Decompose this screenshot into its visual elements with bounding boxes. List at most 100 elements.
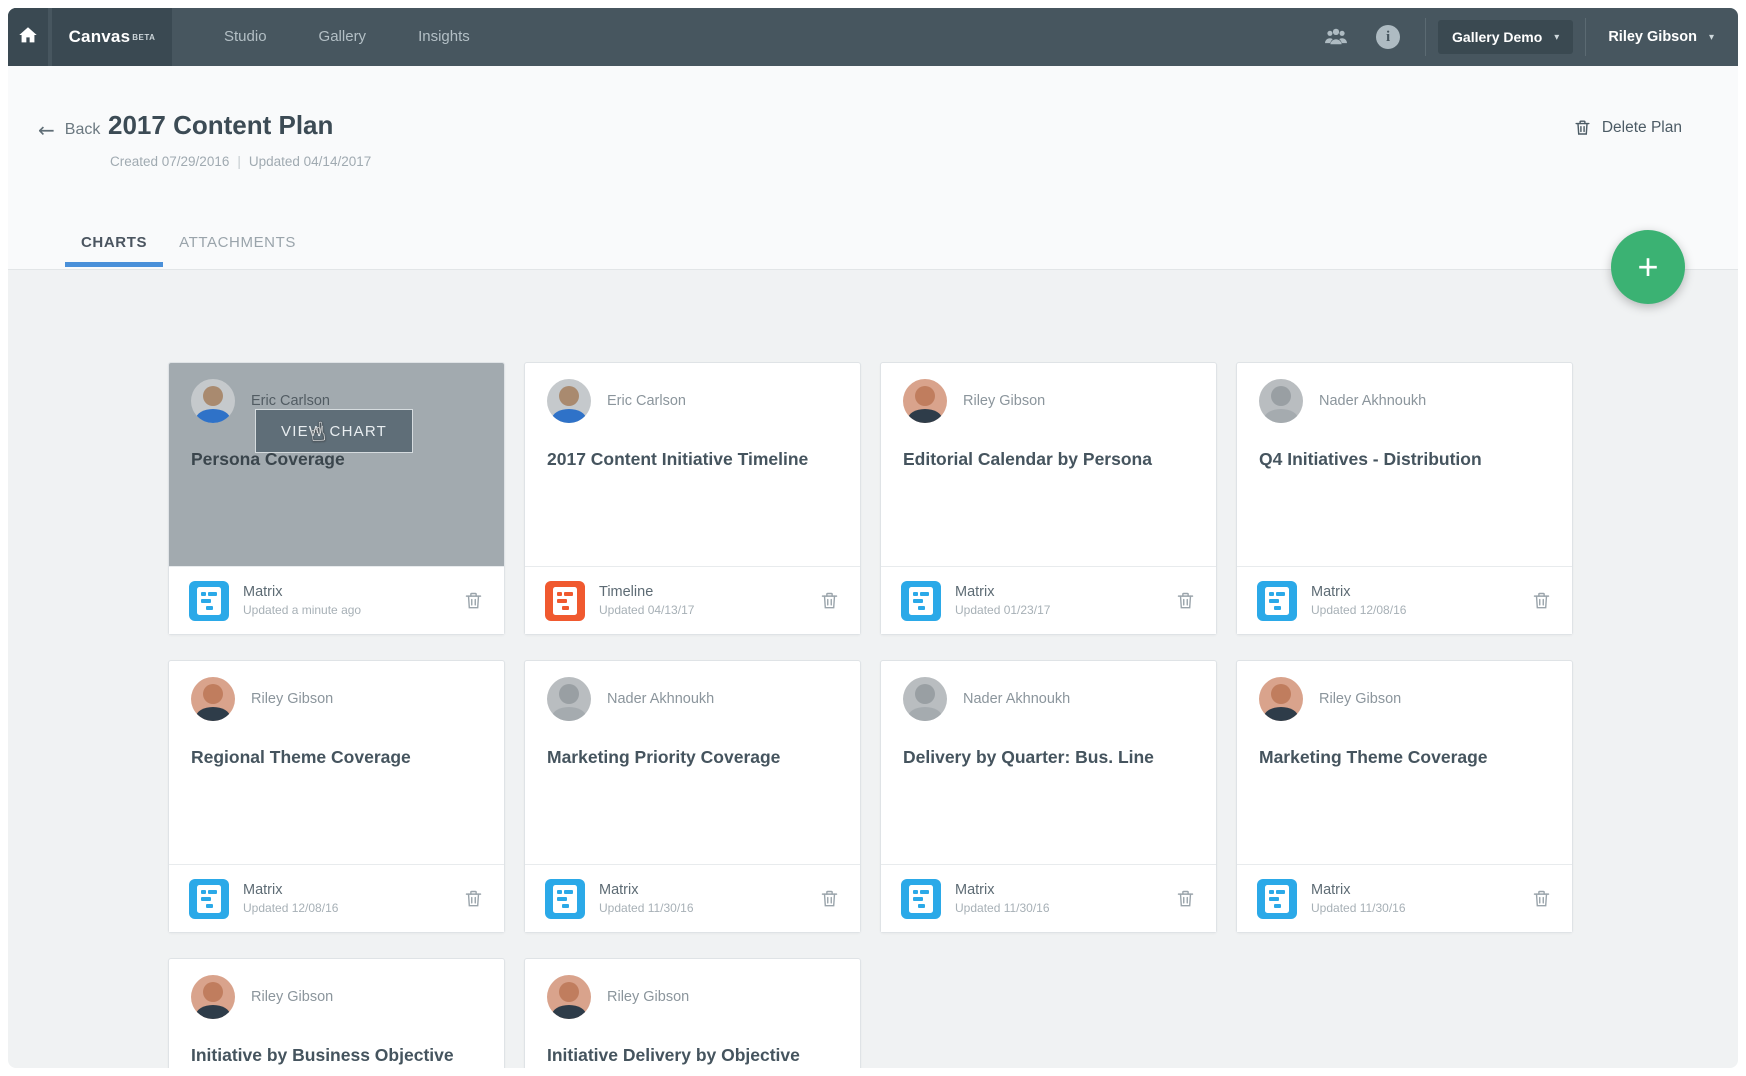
- chart-type-label: Matrix: [599, 882, 639, 899]
- chart-card[interactable]: Riley Gibson Editorial Calendar by Perso…: [880, 362, 1217, 635]
- top-navbar: Canvas BETA Studio Gallery Insights i Gal…: [8, 8, 1738, 66]
- chart-card[interactable]: Riley Gibson Initiative Delivery by Obje…: [524, 958, 861, 1068]
- chart-card-body: Nader Akhnoukh Marketing Priority Covera…: [525, 661, 860, 864]
- trash-icon: [1533, 890, 1550, 907]
- author-name: Riley Gibson: [963, 393, 1046, 409]
- card-author-row: Riley Gibson: [547, 975, 838, 1019]
- navbar-divider: [1585, 18, 1587, 56]
- meta-separator: |: [237, 154, 241, 169]
- charts-grid: Eric Carlson Persona Coverage VIEW CHART…: [168, 362, 1573, 1068]
- chart-title: Delivery by Quarter: Bus. Line: [903, 747, 1154, 767]
- app-window: Canvas BETA Studio Gallery Insights i Gal…: [8, 8, 1738, 1068]
- page-header: ← Back 2017 Content Plan Created 07/29/2…: [8, 66, 1738, 270]
- updated-date: Updated 04/14/2017: [248, 154, 372, 169]
- chart-type-icon: [1257, 878, 1297, 919]
- card-author-row: Riley Gibson: [1259, 677, 1550, 721]
- nav-item-studio[interactable]: Studio: [198, 8, 293, 66]
- chart-card-body: Riley Gibson Marketing Theme Coverage ☝: [1237, 661, 1572, 864]
- nav-item-gallery[interactable]: Gallery: [293, 8, 393, 66]
- delete-chart-button[interactable]: [819, 590, 840, 611]
- author-name: Riley Gibson: [1319, 691, 1402, 707]
- author-avatar: [191, 379, 235, 423]
- author-avatar: [547, 975, 591, 1019]
- created-date: Created 07/29/2016: [110, 154, 230, 169]
- nav-item-insights[interactable]: Insights: [392, 8, 496, 66]
- chart-card-body: Riley Gibson Regional Theme Coverage ☝: [169, 661, 504, 864]
- chart-title: 2017 Content Initiative Timeline: [547, 449, 809, 469]
- view-chart-button[interactable]: VIEW CHART ☝: [255, 409, 413, 453]
- delete-chart-button[interactable]: [1531, 590, 1552, 611]
- back-button[interactable]: ← Back: [38, 118, 100, 142]
- home-button[interactable]: [8, 8, 48, 66]
- delete-chart-button[interactable]: [819, 888, 840, 909]
- chart-card[interactable]: Nader Akhnoukh Marketing Priority Covera…: [524, 660, 861, 933]
- tab-attachments[interactable]: ATTACHMENTS: [163, 221, 312, 269]
- nav-links: Studio Gallery Insights: [198, 8, 496, 66]
- chart-type-label: Matrix: [955, 882, 995, 899]
- chart-title: Marketing Priority Coverage: [547, 747, 781, 767]
- chart-card-footer: Matrix Updated a minute ago: [169, 566, 504, 634]
- author-name: Nader Akhnoukh: [963, 691, 1071, 707]
- chart-type-icon: [901, 580, 941, 621]
- chart-updated: Updated 11/30/16: [955, 901, 1050, 916]
- author-avatar: [547, 379, 591, 423]
- chart-type-meta: Matrix Updated 12/08/16: [243, 882, 338, 915]
- chart-type-meta: Matrix Updated 12/08/16: [1311, 584, 1406, 617]
- chart-title: Marketing Theme Coverage: [1259, 747, 1488, 767]
- delete-chart-button[interactable]: [1175, 590, 1196, 611]
- user-menu[interactable]: Riley Gibson ▾: [1598, 29, 1724, 45]
- add-chart-button[interactable]: +: [1611, 230, 1685, 304]
- chart-card[interactable]: Riley Gibson Marketing Theme Coverage ☝: [1236, 660, 1573, 933]
- brand-tab-canvas[interactable]: Canvas BETA: [52, 8, 172, 66]
- chart-updated: Updated 01/23/17: [955, 603, 1051, 618]
- trash-icon: [821, 890, 838, 907]
- delete-chart-button[interactable]: [1175, 888, 1196, 909]
- trash-icon: [465, 890, 482, 907]
- author-name: Nader Akhnoukh: [1319, 393, 1427, 409]
- chart-card-body: Riley Gibson Initiative Delivery by Obje…: [525, 959, 860, 1068]
- card-author-row: Nader Akhnoukh: [1259, 379, 1550, 423]
- chart-card[interactable]: Nader Akhnoukh Q4 Initiatives - Distribu…: [1236, 362, 1573, 635]
- chart-card-body: Nader Akhnoukh Delivery by Quarter: Bus.…: [881, 661, 1216, 864]
- chart-card-footer: Matrix Updated 11/30/16: [525, 864, 860, 932]
- author-avatar: [1259, 677, 1303, 721]
- author-name: Nader Akhnoukh: [607, 691, 715, 707]
- card-author-row: Nader Akhnoukh: [903, 677, 1194, 721]
- chart-card[interactable]: Eric Carlson 2017 Content Initiative Tim…: [524, 362, 861, 635]
- navbar-divider: [1425, 18, 1427, 56]
- chart-card-body: Riley Gibson Editorial Calendar by Perso…: [881, 363, 1216, 566]
- tab-charts[interactable]: CHARTS: [65, 221, 164, 269]
- chevron-down-icon: ▾: [1554, 31, 1560, 43]
- chevron-down-icon: ▾: [1708, 31, 1714, 43]
- delete-chart-button[interactable]: [463, 590, 484, 611]
- chart-title: Regional Theme Coverage: [191, 747, 411, 767]
- delete-plan-button[interactable]: Delete Plan: [1573, 118, 1682, 137]
- brand-name: Canvas: [68, 27, 131, 46]
- chart-type-icon: [545, 580, 585, 621]
- info-icon[interactable]: i: [1376, 25, 1401, 49]
- chart-updated: Updated a minute ago: [243, 603, 362, 618]
- author-avatar: [1259, 379, 1303, 423]
- chart-card[interactable]: Riley Gibson Regional Theme Coverage ☝: [168, 660, 505, 933]
- chart-type-meta: Matrix Updated 01/23/17: [955, 584, 1050, 617]
- delete-chart-button[interactable]: [463, 888, 484, 909]
- card-author-row: Eric Carlson: [547, 379, 838, 423]
- chart-type-meta: Matrix Updated 11/30/16: [955, 882, 1050, 915]
- chart-type-label: Matrix: [955, 584, 995, 601]
- chart-type-label: Timeline: [599, 584, 654, 601]
- author-avatar: [191, 975, 235, 1019]
- chart-updated: Updated 11/30/16: [599, 901, 694, 916]
- chart-card[interactable]: Eric Carlson Persona Coverage VIEW CHART…: [168, 362, 505, 635]
- author-name: Eric Carlson: [607, 393, 686, 409]
- delete-chart-button[interactable]: [1531, 888, 1552, 909]
- navbar-right: i Gallery Demo ▾ Riley Gibson ▾: [1309, 8, 1738, 66]
- chart-card[interactable]: Nader Akhnoukh Delivery by Quarter: Bus.…: [880, 660, 1217, 933]
- chart-card[interactable]: Riley Gibson Initiative by Business Obje…: [168, 958, 505, 1068]
- author-avatar: [903, 677, 947, 721]
- team-members-icon[interactable]: [1322, 23, 1350, 51]
- author-name: Eric Carlson: [251, 393, 330, 409]
- view-chart-label: VIEW CHART: [281, 422, 387, 440]
- chart-type-label: Matrix: [1311, 882, 1351, 899]
- home-icon: [17, 24, 39, 51]
- workspace-selector[interactable]: Gallery Demo ▾: [1438, 20, 1574, 54]
